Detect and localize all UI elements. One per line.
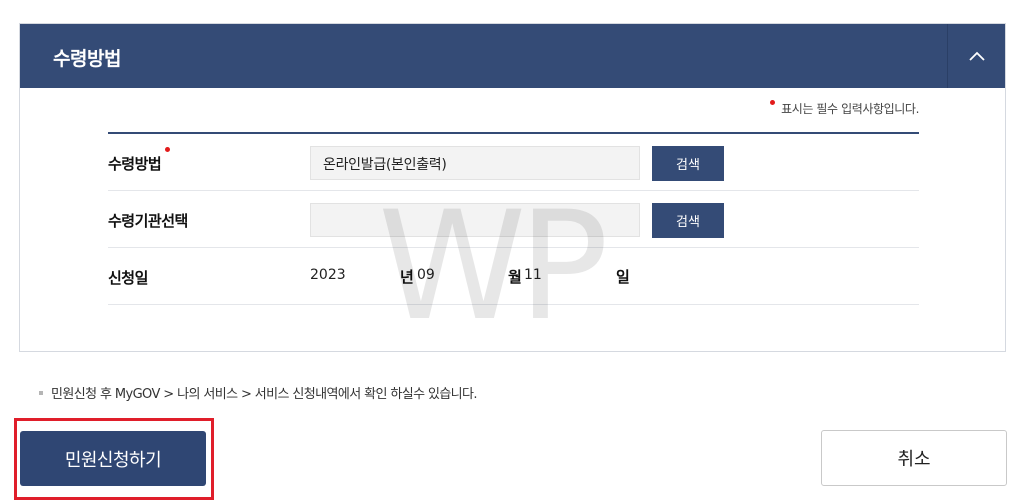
- cancel-button[interactable]: 취소: [821, 430, 1007, 486]
- receive-method-field[interactable]: 온라인발급(본인출력): [310, 146, 640, 180]
- apply-date-month-unit: 월: [508, 268, 522, 286]
- required-dot-icon: [770, 100, 776, 105]
- required-dot-icon: [165, 147, 171, 152]
- bullet-icon: [39, 391, 43, 395]
- row-receive-method: 수령방법 온라인발급(본인출력) 검색: [108, 134, 919, 191]
- apply-date-year-unit: 년: [400, 268, 414, 286]
- chevron-up-icon: [968, 51, 985, 61]
- apply-date-month: 09: [417, 267, 435, 283]
- required-note-text: 표시는 필수 입력사항입니다.: [781, 102, 919, 116]
- collapse-toggle-button[interactable]: [947, 24, 1005, 88]
- apply-date-day-unit: 일: [616, 268, 630, 286]
- row-receive-org: 수령기관선택 검색: [108, 191, 919, 248]
- receive-method-label: 수령방법: [108, 147, 171, 174]
- apply-date-day: 11: [524, 267, 542, 283]
- receive-method-label-text: 수령방법: [108, 155, 162, 173]
- panel-header: 수령방법: [20, 24, 1005, 88]
- panel-title: 수령방법: [53, 48, 121, 70]
- form-table: 수령방법 온라인발급(본인출력) 검색 수령기관선택 검색 신청일 2023 년…: [108, 132, 919, 305]
- receive-org-search-button[interactable]: 검색: [652, 203, 724, 238]
- receive-method-panel: 수령방법 표시는 필수 입력사항입니다. 수령방법 온라인발급(본인출력) 검색…: [19, 23, 1006, 352]
- receive-method-search-button[interactable]: 검색: [652, 146, 724, 181]
- info-text: 민원신청 후 MyGOV > 나의 서비스 > 서비스 신청내역에서 확인 하실…: [51, 387, 478, 402]
- receive-org-field[interactable]: [310, 203, 640, 237]
- info-line: 민원신청 후 MyGOV > 나의 서비스 > 서비스 신청내역에서 확인 하실…: [39, 383, 478, 402]
- apply-button[interactable]: 민원신청하기: [20, 431, 206, 486]
- apply-date-year: 2023: [310, 267, 346, 283]
- receive-org-label: 수령기관선택: [108, 212, 188, 230]
- apply-date-label: 신청일: [108, 269, 148, 287]
- required-note: 표시는 필수 입력사항입니다.: [770, 100, 919, 117]
- row-apply-date: 신청일 2023 년 09 월 11 일: [108, 248, 919, 305]
